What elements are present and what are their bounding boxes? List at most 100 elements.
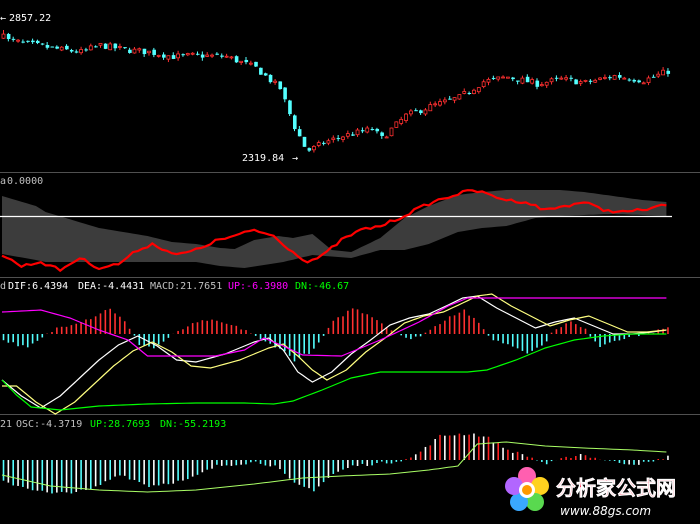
band-header-value: 0.0000 bbox=[7, 176, 43, 187]
candle-body-down bbox=[554, 77, 559, 79]
candle-body-up bbox=[622, 77, 627, 80]
candle-body-up bbox=[539, 84, 544, 87]
candle-body-up bbox=[433, 103, 438, 106]
candle-body-up bbox=[79, 49, 83, 54]
candle-body-down bbox=[142, 48, 147, 55]
candle-body-down bbox=[511, 77, 515, 80]
candle-body-up bbox=[365, 127, 370, 133]
candle-body-up bbox=[612, 75, 617, 80]
stock-chart: ← 2857.22 2319.84 → a 0.0000 d DIF:6.439… bbox=[0, 13, 700, 518]
osc-dn-label: DN:-55.2193 bbox=[160, 419, 226, 430]
candle-body-down bbox=[588, 80, 593, 82]
candle-body-down bbox=[307, 148, 312, 151]
macd-dea-line bbox=[2, 293, 667, 415]
candle-body-down bbox=[45, 44, 50, 48]
candle-body-up bbox=[462, 91, 467, 94]
candle-body-up bbox=[341, 136, 345, 140]
candle-body-up bbox=[544, 81, 549, 86]
candle-body-down bbox=[574, 79, 578, 85]
candle-body-up bbox=[224, 55, 229, 58]
candle-body-down bbox=[380, 132, 384, 136]
candle-body-down bbox=[162, 54, 166, 58]
high-arrow: ← bbox=[0, 13, 6, 24]
candle-body-up bbox=[166, 55, 171, 60]
candle-body-down bbox=[322, 142, 326, 144]
candle-body-down bbox=[608, 77, 612, 79]
candle-body-up bbox=[646, 77, 651, 84]
candle-body-up bbox=[603, 77, 607, 79]
candle-body-up bbox=[457, 94, 462, 100]
watermark-name: 分析家公式网 bbox=[556, 476, 676, 500]
price-panel bbox=[1, 30, 671, 153]
macd-dif-label: DIF:6.4394 bbox=[8, 281, 68, 292]
candle-body-down bbox=[84, 49, 89, 51]
candle-body-down bbox=[50, 46, 55, 48]
candle-body-up bbox=[661, 69, 665, 76]
candle-body-down bbox=[113, 43, 118, 49]
candle-body-up bbox=[564, 77, 568, 80]
candle-body-up bbox=[239, 60, 244, 63]
candle-body-up bbox=[501, 76, 505, 79]
candle-body-up bbox=[505, 76, 510, 79]
candle-body-down bbox=[55, 46, 59, 49]
candle-body-down bbox=[375, 128, 380, 132]
candle-body-down bbox=[278, 81, 283, 90]
candle-body-down bbox=[196, 53, 200, 55]
candle-body-down bbox=[40, 43, 45, 45]
candle-body-up bbox=[559, 77, 564, 80]
candle-body-up bbox=[1, 33, 6, 39]
candle-body-up bbox=[273, 80, 278, 83]
candle-body-up bbox=[16, 39, 20, 42]
candle-body-down bbox=[200, 54, 205, 58]
candle-body-up bbox=[118, 46, 122, 48]
macd-up-label: UP:-6.3980 bbox=[228, 281, 288, 292]
candle-body-down bbox=[35, 40, 40, 44]
candle-body-down bbox=[627, 79, 632, 81]
candle-body-down bbox=[516, 80, 520, 82]
candle-body-down bbox=[31, 40, 35, 43]
candle-body-down bbox=[103, 43, 108, 49]
candle-body-up bbox=[355, 129, 360, 136]
candle-body-down bbox=[467, 92, 472, 94]
candle-body-up bbox=[481, 81, 486, 88]
candle-body-down bbox=[215, 53, 219, 55]
macd-prefix: d bbox=[0, 281, 6, 292]
candle-body-up bbox=[593, 79, 598, 83]
candle-body-up bbox=[394, 121, 399, 128]
candle-body-down bbox=[6, 33, 11, 39]
candle-body-down bbox=[297, 129, 302, 137]
candle-body-down bbox=[617, 75, 622, 78]
candle-body-up bbox=[656, 73, 661, 77]
candle-body-down bbox=[11, 38, 16, 40]
candle-body-down bbox=[448, 98, 452, 100]
candle-body-down bbox=[263, 73, 268, 76]
candle-body-up bbox=[132, 48, 137, 54]
candle-body-down bbox=[491, 77, 496, 79]
candle-body-up bbox=[578, 81, 583, 84]
candle-body-up bbox=[438, 101, 442, 106]
band-panel bbox=[0, 189, 672, 273]
candle-body-down bbox=[632, 79, 637, 82]
candle-body-down bbox=[293, 115, 297, 130]
candle-body-up bbox=[311, 146, 316, 151]
candle-body-down bbox=[94, 46, 98, 48]
band-area bbox=[2, 190, 667, 268]
macd-dn-line bbox=[1, 333, 667, 411]
candle-body-up bbox=[316, 142, 321, 146]
candle-body-up bbox=[598, 77, 602, 80]
band-header-prefix: a bbox=[0, 176, 6, 187]
candle-body-down bbox=[535, 80, 540, 87]
candle-body-up bbox=[530, 79, 535, 84]
candle-body-down bbox=[268, 74, 273, 83]
candle-body-up bbox=[59, 46, 64, 51]
candle-body-down bbox=[525, 76, 530, 83]
candle-body-up bbox=[331, 137, 336, 140]
candle-body-up bbox=[229, 56, 234, 59]
candle-body-up bbox=[137, 48, 142, 51]
high-price-label: 2857.22 bbox=[9, 13, 51, 24]
flower-logo-icon bbox=[505, 467, 549, 511]
candle-body-down bbox=[651, 76, 656, 78]
candle-body-down bbox=[65, 45, 69, 50]
watermark-url: www.88gs.com bbox=[560, 504, 651, 518]
candle-body-up bbox=[472, 89, 476, 95]
